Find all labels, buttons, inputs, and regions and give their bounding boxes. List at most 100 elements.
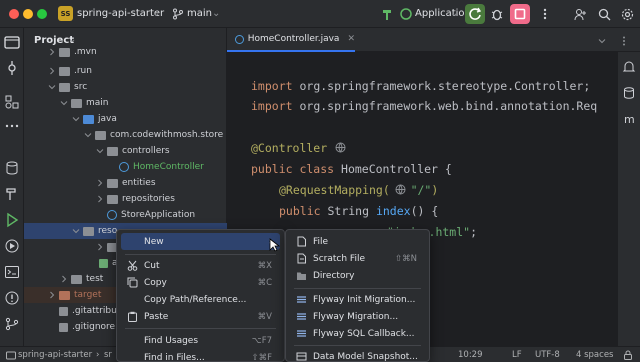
tab-homecontroller[interactable]: HomeController.java ✕ [227,28,355,52]
commit-icon[interactable] [4,60,20,76]
project-folder-icon[interactable] [4,34,20,50]
tree-item-homecontroller[interactable]: HomeController [24,159,227,175]
notifications-icon[interactable] [622,60,636,74]
search-icon[interactable] [596,6,612,22]
chevron-right-icon[interactable] [48,48,56,56]
package-icon [95,130,106,140]
chevron-right-icon[interactable] [96,179,104,187]
git-icon[interactable] [4,316,20,332]
services-icon[interactable] [4,238,20,254]
run-icon[interactable] [4,212,20,228]
menu-item-shortcut: ⌥F7 [251,335,272,346]
close-window-button[interactable] [9,9,19,19]
tree-item-src[interactable]: src [24,79,227,95]
status-path[interactable]: sr [104,350,112,360]
menu-item-label: Directory [313,270,355,281]
menu-item-cut[interactable]: Cut ⌘X [121,257,280,274]
chevron-down-icon[interactable] [60,99,68,107]
menu-item-find-in-files[interactable]: Find in Files... ⇧⌘F [121,349,280,362]
menu-item-copy-path[interactable]: Copy Path/Reference... [121,291,280,308]
chevron-down-icon[interactable] [72,227,80,235]
tree-item-repositories[interactable]: repositories [24,191,227,207]
hammer-icon[interactable] [380,6,396,22]
rerun-button[interactable] [465,4,485,24]
flyway-icon [297,330,306,337]
run-config-name[interactable]: Application [415,8,471,19]
submenu-item-flyway-migration[interactable]: Flyway Migration... [290,308,425,325]
build-hammer-icon[interactable] [4,186,20,202]
tree-item-controllers[interactable]: controllers [24,143,227,159]
more-tools-icon[interactable] [4,118,20,134]
submenu-item-data-model-snapshot[interactable]: Data Model Snapshot... [290,348,425,362]
status-project[interactable]: spring-api-starter [18,350,92,360]
gear-icon[interactable] [619,6,635,22]
menu-item-new[interactable]: New › [121,233,280,250]
chevron-right-icon[interactable] [96,243,104,251]
status-indent[interactable]: 4 spaces [576,350,613,360]
debug-icon[interactable] [489,6,505,22]
close-tab-icon[interactable]: ✕ [347,34,355,44]
status-encoding[interactable]: UTF-8 [535,350,560,360]
branch-chevron-down-icon[interactable]: ⌄ [212,8,220,19]
status-cursor-position[interactable]: 10:29 [458,350,483,360]
tree-item-mvn[interactable]: .mvn [24,44,227,60]
scratch-file-icon [297,253,306,264]
project-badge[interactable]: SS [58,6,73,21]
tree-item-run[interactable]: .run [24,63,227,79]
database-icon[interactable] [4,160,20,176]
submenu-item-flyway-sql-callback[interactable]: Flyway SQL Callback... [290,325,425,342]
menu-item-find-usages[interactable]: Find Usages ⌥F7 [121,332,280,349]
status-path-separator: › [96,350,100,360]
menu-item-shortcut: ⌘C [257,277,272,288]
submenu-item-directory[interactable]: Directory [290,267,425,284]
chevron-right-icon[interactable] [60,275,68,283]
chevron-right-icon[interactable] [96,195,104,203]
database-icon[interactable] [622,86,636,100]
terminal-icon[interactable] [4,264,20,280]
structure-icon[interactable] [4,94,20,110]
menu-item-paste[interactable]: Paste ⌘V [121,308,280,325]
menu-item-shortcut: ⌘X [257,260,272,271]
tree-item-entities[interactable]: entities [24,175,227,191]
code-line-6: public String index() { [279,204,439,218]
maximize-window-button[interactable] [37,9,47,19]
new-icon [127,236,138,247]
code-line-4: public class HomeController { [251,162,452,176]
maven-icon[interactable]: m [622,112,636,126]
submenu-item-file[interactable]: File [290,233,425,250]
code-line-1: import org.springframework.stereotype.Co… [251,79,591,93]
tree-item-storeapplication[interactable]: StoreApplication [24,207,227,223]
mouse-pointer-icon [269,238,280,252]
chevron-right-icon[interactable] [48,291,56,299]
chevron-down-icon[interactable] [84,131,92,139]
tree-item-java[interactable]: java [24,111,227,127]
submenu-item-flyway-init[interactable]: Flyway Init Migration... [290,291,425,308]
web-endpoint-icon[interactable] [335,142,346,153]
more-actions-icon[interactable] [537,6,553,22]
add-user-icon[interactable] [572,6,588,22]
chevron-right-icon[interactable] [48,67,56,75]
spring-run-config-icon[interactable] [398,6,414,22]
chevron-down-icon[interactable] [72,115,80,123]
branch-name[interactable]: main [187,8,212,19]
tab-list-chevron-icon[interactable] [597,36,607,46]
tree-item-main[interactable]: main [24,95,227,111]
tree-item-label: .mvn [74,47,97,57]
minimize-window-button[interactable] [23,9,33,19]
stop-button[interactable] [510,4,530,24]
status-line-separator[interactable]: LF [512,350,522,360]
chevron-down-icon[interactable] [48,83,56,91]
run-config-chevron-down-icon[interactable]: ⌄ [450,8,458,19]
branch-icon[interactable] [170,6,186,22]
project-chevron-down-icon[interactable]: ⌄ [152,8,160,19]
tree-item-label: src [74,82,88,92]
more-tab-actions-icon[interactable] [619,36,629,46]
chevron-down-icon[interactable] [96,147,104,155]
submenu-item-scratch-file[interactable]: Scratch File ⇧⌘N [290,250,425,267]
tree-item-package-store[interactable]: com.codewithmosh.store [24,127,227,143]
problems-icon[interactable] [4,290,20,306]
folder-icon [71,274,82,284]
menu-item-copy[interactable]: Copy ⌘C [121,274,280,291]
web-endpoint-icon[interactable] [395,184,406,195]
lock-icon[interactable] [623,350,633,360]
